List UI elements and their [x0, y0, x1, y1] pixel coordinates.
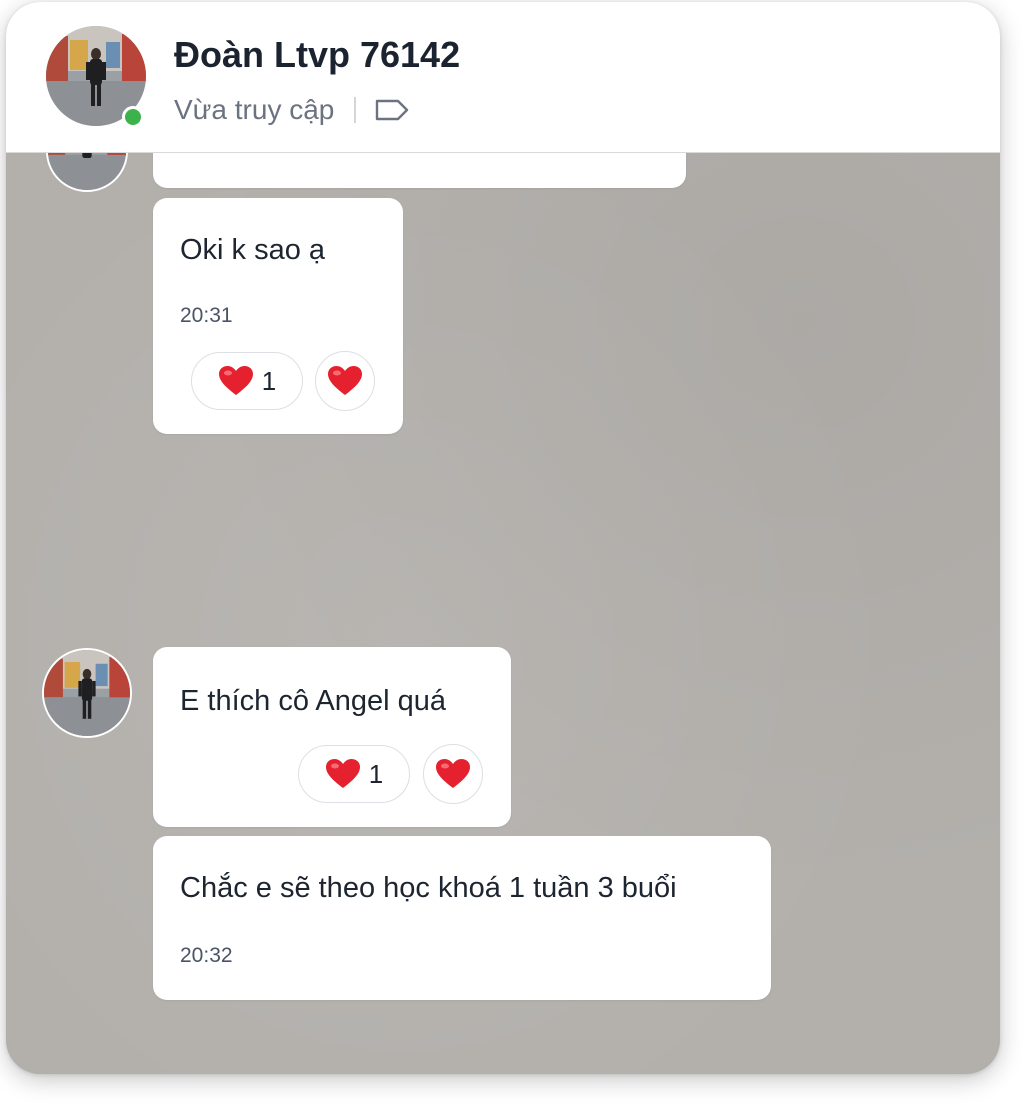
contact-name[interactable]: Đoàn Ltvp 76142 — [174, 34, 460, 76]
add-reaction-button[interactable] — [315, 351, 375, 411]
message-bubble[interactable]: Oki k sao ạ 20:31 1 — [153, 198, 403, 434]
message-text: Chắc e sẽ theo học khoá 1 tuần 3 buổi — [180, 872, 677, 904]
reaction-count: 1 — [261, 365, 277, 396]
heart-icon — [325, 759, 360, 788]
tag-icon[interactable] — [374, 98, 410, 122]
reaction-count: 1 — [368, 758, 384, 789]
reaction-count-badge[interactable]: 1 — [298, 745, 410, 803]
message-time: 20:32 — [180, 944, 233, 967]
heart-icon — [328, 366, 362, 395]
message-bubble[interactable]: E thích cô Angel quá 1 — [153, 647, 511, 827]
message-time: 20:31 — [180, 304, 233, 327]
message-bubble[interactable]: Chắc e sẽ theo học khoá 1 tuần 3 buổi 20… — [153, 836, 771, 1000]
status-divider — [354, 97, 357, 123]
last-seen-status: Vừa truy cập — [174, 94, 335, 125]
status-row: Vừa truy cập — [174, 94, 410, 126]
reaction-count-badge[interactable]: 1 — [191, 352, 303, 410]
sender-avatar[interactable] — [42, 648, 132, 738]
heart-icon — [436, 759, 470, 788]
heart-icon — [218, 366, 253, 395]
chat-header: Đoàn Ltvp 76142 Vừa truy cập — [6, 2, 1000, 153]
chat-window: Đoàn Ltvp 76142 Vừa truy cập Oki k sao ạ… — [6, 2, 1000, 1074]
add-reaction-button[interactable] — [423, 744, 483, 804]
online-status-dot — [122, 106, 144, 128]
message-text: E thích cô Angel quá — [180, 685, 447, 717]
message-text: Oki k sao ạ — [180, 234, 326, 266]
